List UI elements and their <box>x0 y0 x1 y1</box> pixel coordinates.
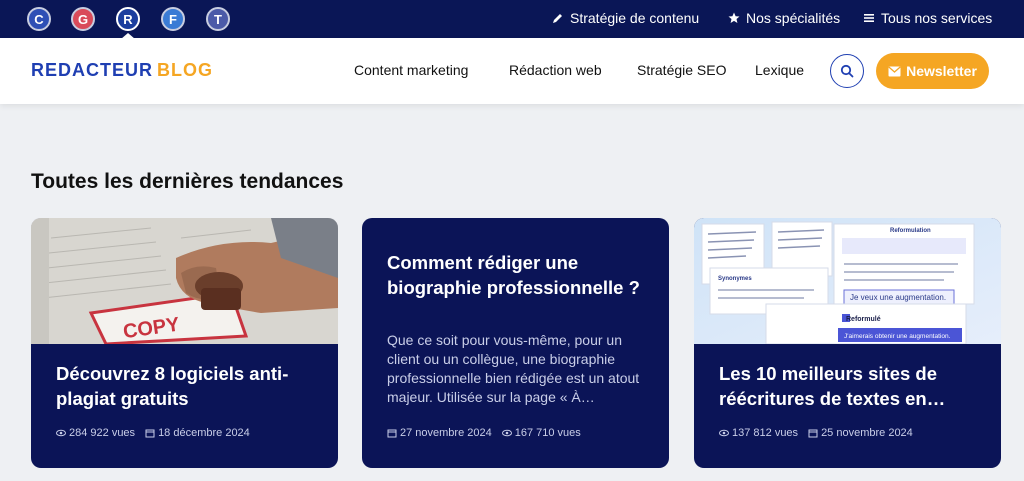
nav-lexique[interactable]: Lexique <box>755 62 804 78</box>
site-icon-t[interactable]: T <box>206 7 230 31</box>
toplink-label: Tous nos services <box>881 10 993 26</box>
search-icon <box>840 64 854 78</box>
site-letter: G <box>77 11 89 27</box>
site-letter: F <box>169 11 177 27</box>
views-count: 284 922 vues <box>56 427 135 439</box>
article-card[interactable]: Synonymes Reformulation Je veux une augm… <box>694 218 1001 468</box>
reformulation-label: Reformulation <box>890 228 931 234</box>
toplink-specialites[interactable]: Nos spécialités <box>728 10 840 26</box>
card-title[interactable]: Les 10 meilleurs sites de réécritures de… <box>719 361 984 411</box>
date-text: 18 décembre 2024 <box>158 427 250 439</box>
site-letter: C <box>34 11 44 27</box>
output-sample-text: J'aimerais obtenir une augmentation. <box>844 333 951 340</box>
nav-content-marketing[interactable]: Content marketing <box>354 62 468 78</box>
newsletter-button[interactable]: Newsletter <box>876 53 989 89</box>
search-button[interactable] <box>830 54 864 88</box>
eye-icon <box>719 429 729 437</box>
star-icon <box>728 12 740 23</box>
toplink-label: Stratégie de contenu <box>570 10 700 26</box>
date-text: 25 novembre 2024 <box>821 427 913 439</box>
site-icon-c[interactable]: C <box>27 7 51 31</box>
nav-strategie-seo[interactable]: Stratégie SEO <box>637 62 727 78</box>
calendar-icon <box>145 429 155 438</box>
views-text: 167 710 vues <box>514 427 581 439</box>
eye-icon <box>501 429 512 437</box>
pen-icon <box>553 14 562 23</box>
card-image-copy-stamp: COPY <box>31 218 338 344</box>
date-text: 27 novembre 2024 <box>400 427 492 439</box>
calendar-icon <box>808 429 818 438</box>
card-meta: 284 922 vues 18 décembre 2024 <box>56 427 250 439</box>
card-meta: 27 novembre 2024 167 710 vues <box>387 427 581 439</box>
eye-icon <box>56 429 66 437</box>
card-image-rewrite-tool: Synonymes Reformulation Je veux une augm… <box>694 218 1001 344</box>
publish-date: 25 novembre 2024 <box>808 427 913 439</box>
top-network-bar: C G R F T Stratégie de contenu Nos spéci… <box>0 0 1024 39</box>
views-text: 284 922 vues <box>69 427 136 439</box>
card-meta: 137 812 vues 25 novembre 2024 <box>719 427 913 439</box>
card-excerpt: Que ce soit pour vous-même, pour un clie… <box>387 332 640 405</box>
card-title[interactable]: Comment rédiger une biographie professio… <box>387 250 652 300</box>
publish-date: 18 décembre 2024 <box>145 427 250 439</box>
main-header: REDACTEUR BLOG Content marketing Rédactio… <box>0 38 1024 104</box>
logo-text-primary: REDACTEUR <box>31 60 154 80</box>
site-icon-g[interactable]: G <box>71 7 95 31</box>
input-sample-text: Je veux une augmentation. <box>850 293 946 302</box>
views-text: 137 812 vues <box>732 427 799 439</box>
site-letter: R <box>123 11 133 27</box>
toplink-strategie-contenu[interactable]: Stratégie de contenu <box>552 10 699 26</box>
reformule-label: Reformulé <box>846 316 881 323</box>
site-logo[interactable]: REDACTEUR BLOG <box>31 60 213 81</box>
site-icon-f[interactable]: F <box>161 7 185 31</box>
publish-date: 27 novembre 2024 <box>387 427 492 439</box>
calendar-icon <box>387 429 397 438</box>
toplink-label: Nos spécialités <box>746 10 841 26</box>
nav-redaction-web[interactable]: Rédaction web <box>509 62 602 78</box>
card-title[interactable]: Découvrez 8 logiciels anti-plagiat gratu… <box>56 361 321 411</box>
newsletter-label: Newsletter <box>906 63 977 79</box>
section-title: Toutes les dernières tendances <box>31 170 344 193</box>
article-card[interactable]: COPY Découvrez 8 logiciels anti-plagiat … <box>31 218 338 468</box>
site-letter: T <box>214 11 222 27</box>
menu-icon <box>864 14 874 22</box>
site-icon-r[interactable]: R <box>116 7 140 31</box>
toplink-services[interactable]: Tous nos services <box>863 10 992 26</box>
article-card[interactable]: Comment rédiger une biographie professio… <box>362 218 669 468</box>
envelope-icon <box>888 66 901 76</box>
synonymes-label: Synonymes <box>718 276 752 282</box>
views-count: 137 812 vues <box>719 427 798 439</box>
logo-text-secondary: BLOG <box>157 60 214 80</box>
views-count: 167 710 vues <box>501 427 581 439</box>
